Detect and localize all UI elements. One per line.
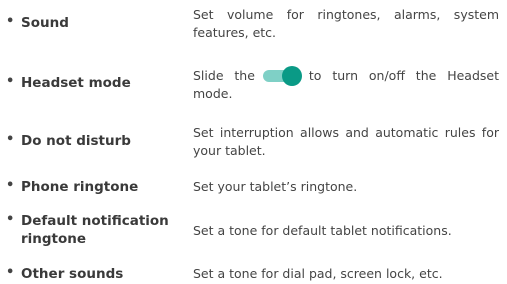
term-sound: Sound [21,15,69,31]
desc-other-sounds: Set a tone for dial pad, screen lock, et… [193,266,443,281]
term-do-not-disturb: Do not disturb [21,133,131,149]
desc-phone-ringtone: Set your tablet’s ringtone. [193,179,358,194]
term-default-notification-line2: ringtone [21,231,87,247]
term-phone-ringtone: Phone ringtone [21,179,139,195]
bullet: • [6,212,15,227]
bullet: • [6,265,15,280]
bullet: • [6,14,15,29]
desc-do-not-disturb: Set interruption allows and automatic ru… [193,125,499,158]
bullet: • [6,178,15,193]
toggle-switch-icon [262,66,303,86]
desc-headset-mode: Slide the to turn on/off the Headset mode… [193,66,499,103]
bullet: • [6,132,15,147]
term-default-notification-line1: Default notification [21,213,169,229]
bullet: • [6,74,15,89]
desc-default-notification-ringtone: Set a tone for default tablet notificati… [193,223,452,238]
term-headset-mode: Headset mode [21,75,131,91]
desc-sound: Set volume for ringtones, alarms, system… [193,7,499,40]
term-other-sounds: Other sounds [21,266,124,282]
desc-headset-before: Slide the [193,68,255,83]
